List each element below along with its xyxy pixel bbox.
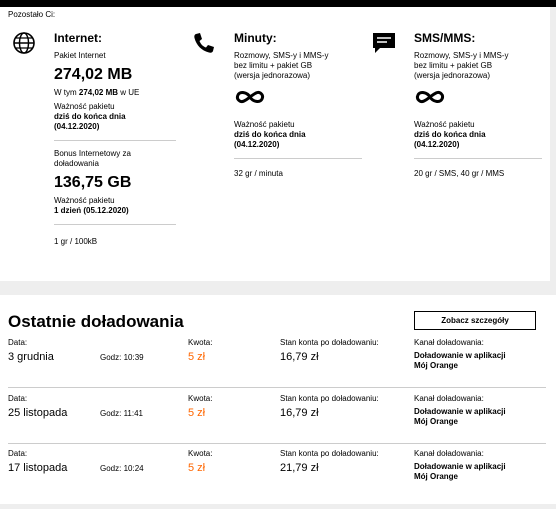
- internet-validity-label: Ważność pakietu: [54, 102, 115, 111]
- channel-line-2: Mój Orange: [414, 361, 459, 370]
- sms-desc-1: Rozmowy, SMS-y i MMS-y: [414, 51, 509, 60]
- sms-validity-value: dziś do końca dnia: [414, 130, 486, 139]
- amount-label: Kwota:: [188, 394, 213, 403]
- remaining-label: Pozostało Ci:: [8, 10, 56, 19]
- channel-label: Kanał doładowania:: [414, 338, 484, 347]
- sms-desc-3: (wersja jednorazowa): [414, 71, 491, 80]
- bonus-label-1: Bonus Internetowy za: [54, 149, 131, 158]
- topup-row: Data: 3 grudnia Godz: 10:39 Kwota: 5 zł …: [0, 338, 556, 398]
- chat-icon: [373, 33, 395, 53]
- minutes-price: 32 gr / minuta: [234, 169, 283, 178]
- remaining-panel: Pozostało Ci: Internet: Pakiet Internet …: [0, 7, 550, 281]
- bonus-amount: 136,75 GB: [54, 174, 132, 191]
- channel-line-2: Mój Orange: [414, 472, 459, 481]
- minutes-validity-label: Ważność pakietu: [234, 120, 295, 129]
- internet-package-label: Pakiet Internet: [54, 51, 106, 60]
- topup-date: 17 listopada: [8, 462, 68, 474]
- sms-title: SMS/MMS:: [414, 31, 476, 45]
- minutes-validity-date: (04.12.2020): [234, 140, 280, 149]
- balance-label: Stan konta po doładowaniu:: [280, 338, 379, 347]
- channel-label: Kanał doładowania:: [414, 449, 484, 458]
- amount-label: Kwota:: [188, 338, 213, 347]
- balance-label: Stan konta po doładowaniu:: [280, 449, 379, 458]
- internet-validity-value: dziś do końca dnia: [54, 112, 126, 121]
- topup-date: 3 grudnia: [8, 351, 54, 363]
- channel-line-2: Mój Orange: [414, 417, 459, 426]
- infinity-icon: [236, 91, 264, 103]
- date-label: Data:: [8, 449, 28, 458]
- topup-balance: 16,79 zł: [280, 351, 319, 363]
- channel-label: Kanał doładowania:: [414, 394, 484, 403]
- divider: [414, 158, 542, 159]
- minutes-desc-2: bez limitu + pakiet GB: [234, 61, 313, 70]
- details-button[interactable]: Zobacz szczegóły: [414, 311, 536, 330]
- date-label: Data:: [8, 338, 28, 347]
- topup-row: Data: 17 listopada Godz: 10:24 Kwota: 5 …: [0, 449, 556, 509]
- top-bar: [0, 0, 556, 7]
- topup-channel: Doładowanie w aplikacji Mój Orange: [414, 351, 524, 371]
- sms-validity-label: Ważność pakietu: [414, 120, 475, 129]
- phone-icon: [194, 33, 214, 53]
- bonus-validity-value: 1 dzień (05.12.2020): [54, 206, 129, 215]
- sms-price: 20 gr / SMS, 40 gr / MMS: [414, 169, 505, 178]
- channel-line-1: Doładowanie w aplikacji: [414, 351, 506, 360]
- topup-date: 25 listopada: [8, 407, 68, 419]
- eu-prefix: W tym: [54, 88, 77, 97]
- row-divider: [8, 443, 546, 444]
- internet-package-amount: 274,02 MB: [54, 66, 133, 83]
- balance-label: Stan konta po doładowaniu:: [280, 394, 379, 403]
- internet-validity-date: (04.12.2020): [54, 122, 100, 131]
- topup-row: Data: 25 listopada Godz: 11:41 Kwota: 5 …: [0, 394, 556, 454]
- channel-line-1: Doładowanie w aplikacji: [414, 462, 506, 471]
- globe-icon: [13, 32, 35, 54]
- minutes-validity-value: dziś do końca dnia: [234, 130, 306, 139]
- minutes-desc-3: (wersja jednorazowa): [234, 71, 311, 80]
- topups-title: Ostatnie doładowania: [8, 312, 184, 331]
- topup-balance: 21,79 zł: [280, 462, 319, 474]
- topups-panel: Ostatnie doładowania Zobacz szczegóły Da…: [0, 295, 556, 504]
- topup-amount: 5 zł: [188, 351, 206, 363]
- divider: [54, 224, 176, 225]
- bonus-label-2: doładowania: [54, 159, 99, 168]
- topup-channel: Doładowanie w aplikacji Mój Orange: [414, 407, 524, 427]
- topup-time: Godz: 10:24: [100, 464, 144, 473]
- date-label: Data:: [8, 394, 28, 403]
- channel-line-1: Doładowanie w aplikacji: [414, 407, 506, 416]
- minutes-desc-1: Rozmowy, SMS-y i MMS-y: [234, 51, 329, 60]
- topup-amount: 5 zł: [188, 462, 206, 474]
- eu-suffix: w UE: [120, 88, 140, 97]
- eu-amount: 274,02 MB: [78, 88, 119, 97]
- sms-validity-date: (04.12.2020): [414, 140, 460, 149]
- topup-channel: Doładowanie w aplikacji Mój Orange: [414, 462, 524, 482]
- minutes-title: Minuty:: [234, 31, 277, 45]
- internet-eu-line: W tym 274,02 MB w UE: [54, 88, 176, 98]
- topup-balance: 16,79 zł: [280, 407, 319, 419]
- amount-label: Kwota:: [188, 449, 213, 458]
- divider: [234, 158, 362, 159]
- sms-desc-2: bez limitu + pakiet GB: [414, 61, 493, 70]
- bonus-validity-label: Ważność pakietu: [54, 196, 115, 205]
- topup-time: Godz: 11:41: [100, 409, 143, 418]
- divider: [54, 140, 176, 141]
- row-divider: [8, 387, 546, 388]
- internet-title: Internet:: [54, 31, 102, 45]
- infinity-icon: [416, 91, 444, 103]
- internet-price: 1 gr / 100kB: [54, 237, 98, 246]
- topup-amount: 5 zł: [188, 407, 206, 419]
- topup-time: Godz: 10:39: [100, 353, 144, 362]
